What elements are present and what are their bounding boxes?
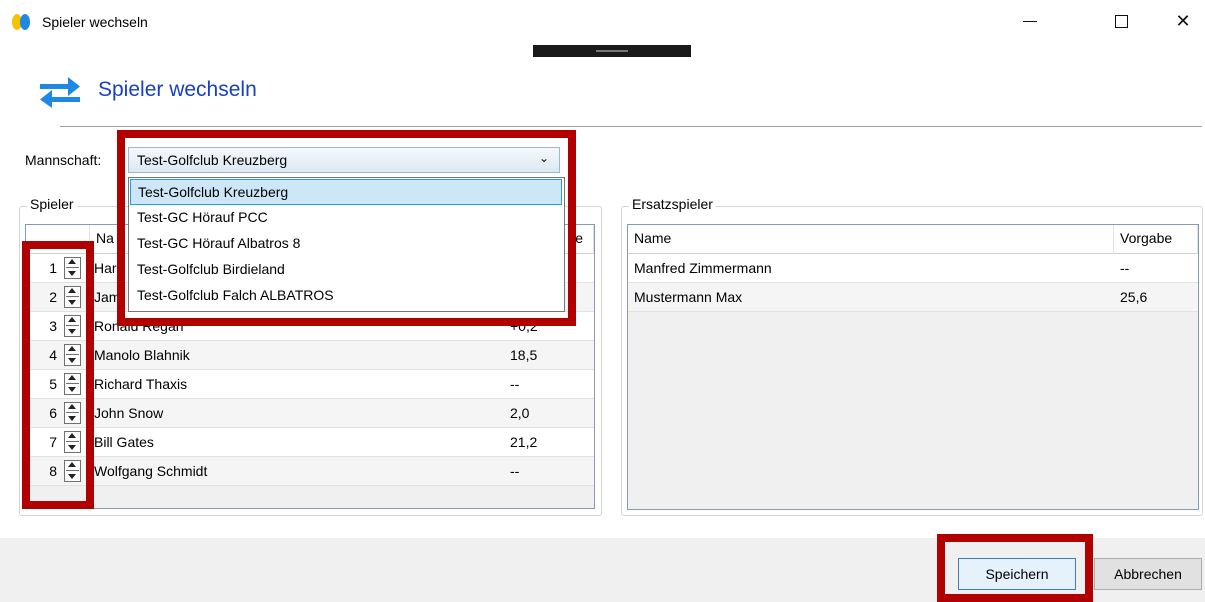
table-row[interactable]: Manfred Zimmermann -- (628, 254, 1198, 283)
substitute-name: Mustermann Max (634, 289, 743, 305)
table-row[interactable]: 6 John Snow 2,0 (26, 399, 594, 428)
grid-header-name[interactable]: Name (628, 225, 1114, 254)
table-row[interactable]: 5 Richard Thaxis -- (26, 370, 594, 399)
substitute-name: Manfred Zimmermann (634, 260, 772, 276)
app-logo-icon (12, 14, 30, 30)
substitutes-legend: Ersatzspieler (629, 196, 716, 212)
player-name: Manolo Blahnik (94, 347, 190, 363)
maximize-icon (1114, 14, 1128, 28)
minimize-button[interactable] (1007, 6, 1053, 36)
player-handicap: 2,0 (510, 405, 530, 421)
substitute-handicap: 25,6 (1120, 289, 1148, 305)
player-name: Richard Thaxis (94, 376, 188, 392)
drag-grip-icon (596, 50, 628, 52)
page-title: Spieler wechseln (98, 78, 257, 101)
player-handicap: 18,5 (510, 347, 538, 363)
substitute-handicap: -- (1120, 260, 1130, 276)
player-name: John Snow (94, 405, 164, 421)
close-button[interactable]: ✕ (1160, 6, 1205, 36)
substitutes-grid: Name Vorgabe Manfred Zimmermann -- Musterm… (627, 224, 1199, 510)
grid-header-handicap[interactable]: Vorgabe (1114, 225, 1198, 254)
player-handicap: 21,2 (510, 434, 538, 450)
position-spinner-highlight-frame (22, 241, 94, 509)
maximize-button[interactable] (1098, 6, 1144, 36)
player-name: Wolfgang Schmidt (94, 463, 208, 479)
table-row[interactable]: 7 Bill Gates 21,2 (26, 428, 594, 457)
swap-arrows-icon (40, 77, 80, 108)
table-row[interactable]: Mustermann Max 25,6 (628, 283, 1198, 312)
dropdown-highlight-frame (117, 130, 576, 326)
players-legend: Spieler (27, 196, 77, 212)
save-button-highlight-frame (937, 534, 1093, 602)
minimize-icon (1023, 20, 1037, 22)
close-icon: ✕ (1175, 10, 1191, 31)
table-row[interactable]: 8 Wolfgang Schmidt -- (26, 457, 594, 486)
player-name: Har (94, 260, 117, 276)
cancel-button[interactable]: Abbrechen (1094, 558, 1202, 590)
player-handicap: -- (510, 376, 520, 392)
table-row[interactable]: 4 Manolo Blahnik 18,5 (26, 341, 594, 370)
player-name: Bill Gates (94, 434, 154, 450)
team-label: Mannschaft: (25, 152, 102, 168)
header-divider (60, 126, 1202, 127)
player-handicap: -- (510, 463, 520, 479)
window-title: Spieler wechseln (42, 14, 148, 30)
